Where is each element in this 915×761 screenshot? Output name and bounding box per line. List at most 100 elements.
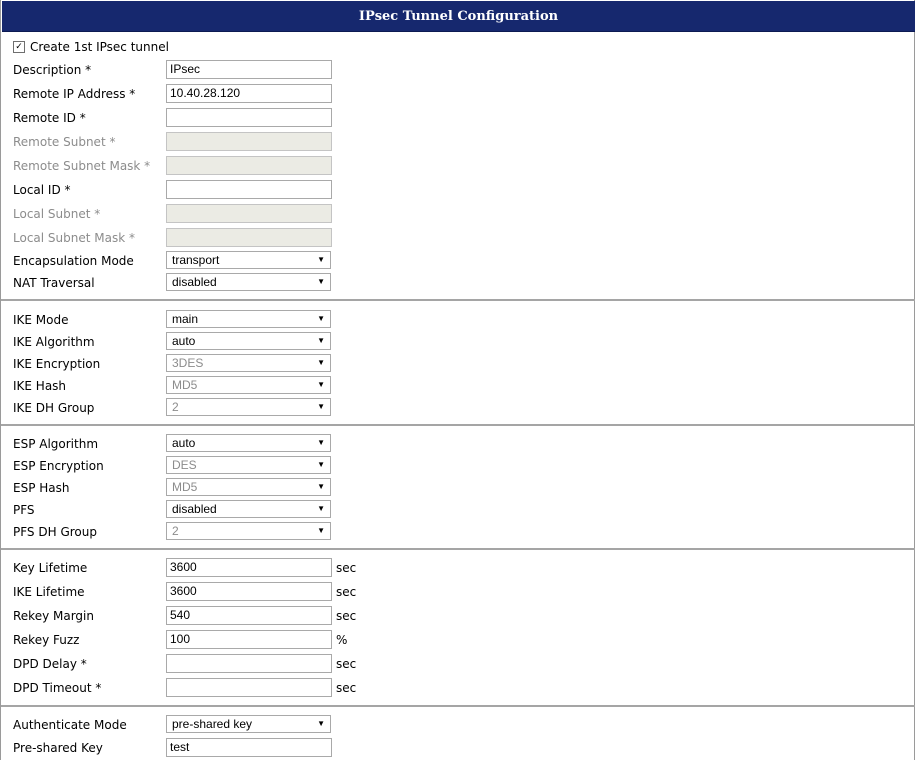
description-input[interactable]: IPsec [166,60,332,79]
ike-encryption-value: 3DES [172,356,204,370]
row-esp-encryption: ESP Encryption DES ▼ [1,455,915,479]
dropdown-arrow-icon: ▼ [317,314,325,323]
config-panel: IPsec Tunnel Configuration ✓ Create 1st … [0,0,915,760]
key-lifetime-label: Key Lifetime [13,561,88,575]
dropdown-arrow-icon: ▼ [317,402,325,411]
row-esp-hash: ESP Hash MD5 ▼ [1,477,915,501]
row-description: Description * IPsec [1,59,915,83]
section-divider [1,424,915,426]
row-pfs-dh-group: PFS DH Group 2 ▼ [1,521,915,545]
remote-id-input[interactable] [166,108,332,127]
dropdown-arrow-icon: ▼ [317,255,325,264]
esp-hash-label: ESP Hash [13,481,70,495]
dropdown-arrow-icon: ▼ [317,336,325,345]
ike-lifetime-label: IKE Lifetime [13,585,85,599]
create-tunnel-checkbox[interactable]: ✓ [13,41,25,53]
rekey-fuzz-input[interactable]: 100 [166,630,332,649]
create-tunnel-label: Create 1st IPsec tunnel [30,40,169,54]
row-local-subnet-mask: Local Subnet Mask * [1,227,915,251]
row-ike-algorithm: IKE Algorithm auto ▼ [1,331,915,355]
rekey-margin-unit: sec [336,609,357,623]
ike-algorithm-value: auto [172,334,196,348]
rekey-margin-label: Rekey Margin [13,609,94,623]
row-key-lifetime: Key Lifetime 3600 sec [1,557,915,581]
local-id-label: Local ID * [13,183,71,197]
ike-mode-select[interactable]: main ▼ [166,310,331,328]
rekey-fuzz-label: Rekey Fuzz [13,633,80,647]
section-divider [1,705,915,707]
row-remote-subnet-mask: Remote Subnet Mask * [1,155,915,179]
pfs-dh-group-value: 2 [172,524,179,538]
pre-shared-key-input[interactable]: test [166,738,332,757]
remote-id-label: Remote ID * [13,111,86,125]
nat-traversal-value: disabled [172,275,217,289]
row-dpd-timeout: DPD Timeout * sec [1,677,915,701]
local-id-input[interactable] [166,180,332,199]
row-local-id: Local ID * [1,179,915,203]
row-pre-shared-key: Pre-shared Key test [1,737,915,761]
row-remote-id: Remote ID * [1,107,915,131]
dpd-delay-label: DPD Delay * [13,657,87,671]
local-subnet-mask-label: Local Subnet Mask * [13,231,135,245]
ike-mode-label: IKE Mode [13,313,69,327]
esp-encryption-value: DES [172,458,197,472]
remote-ip-input[interactable]: 10.40.28.120 [166,84,332,103]
remote-ip-label: Remote IP Address * [13,87,136,101]
esp-encryption-select: DES ▼ [166,456,331,474]
ike-lifetime-input[interactable]: 3600 [166,582,332,601]
ike-hash-label: IKE Hash [13,379,67,393]
key-lifetime-input[interactable]: 3600 [166,558,332,577]
esp-hash-select: MD5 ▼ [166,478,331,496]
row-dpd-delay: DPD Delay * sec [1,653,915,677]
ike-lifetime-unit: sec [336,585,357,599]
row-authenticate-mode: Authenticate Mode pre-shared key ▼ [1,714,915,738]
encapsulation-mode-value: transport [172,253,220,267]
dropdown-arrow-icon: ▼ [317,358,325,367]
row-remote-subnet: Remote Subnet * [1,131,915,155]
remote-subnet-mask-label: Remote Subnet Mask * [13,159,151,173]
authenticate-mode-select[interactable]: pre-shared key ▼ [166,715,331,733]
row-local-subnet: Local Subnet * [1,203,915,227]
row-pfs: PFS disabled ▼ [1,499,915,523]
dpd-timeout-unit: sec [336,681,357,695]
row-ike-lifetime: IKE Lifetime 3600 sec [1,581,915,605]
ike-hash-value: MD5 [172,378,198,392]
ike-encryption-label: IKE Encryption [13,357,101,371]
pre-shared-key-label: Pre-shared Key [13,741,103,755]
local-subnet-label: Local Subnet * [13,207,101,221]
dpd-timeout-label: DPD Timeout * [13,681,102,695]
pfs-select[interactable]: disabled ▼ [166,500,331,518]
dropdown-arrow-icon: ▼ [317,719,325,728]
authenticate-mode-value: pre-shared key [172,717,253,731]
section-divider [1,548,915,550]
row-remote-ip: Remote IP Address * 10.40.28.120 [1,83,915,107]
row-nat-traversal: NAT Traversal disabled ▼ [1,272,915,296]
row-ike-dh-group: IKE DH Group 2 ▼ [1,397,915,421]
rekey-margin-input[interactable]: 540 [166,606,332,625]
dpd-timeout-input[interactable] [166,678,332,697]
ike-algorithm-select[interactable]: auto ▼ [166,332,331,350]
ike-mode-value: main [172,312,199,326]
encapsulation-mode-select[interactable]: transport ▼ [166,251,331,269]
nat-traversal-label: NAT Traversal [13,276,95,290]
row-rekey-fuzz: Rekey Fuzz 100 % [1,629,915,653]
pfs-label: PFS [13,503,35,517]
row-rekey-margin: Rekey Margin 540 sec [1,605,915,629]
local-subnet-mask-input [166,228,332,247]
esp-algorithm-label: ESP Algorithm [13,437,99,451]
dropdown-arrow-icon: ▼ [317,460,325,469]
dropdown-arrow-icon: ▼ [317,482,325,491]
esp-algorithm-select[interactable]: auto ▼ [166,434,331,452]
pfs-value: disabled [172,502,217,516]
key-lifetime-unit: sec [336,561,357,575]
esp-hash-value: MD5 [172,480,198,494]
ike-dh-group-label: IKE DH Group [13,401,95,415]
row-esp-algorithm: ESP Algorithm auto ▼ [1,433,915,457]
nat-traversal-select[interactable]: disabled ▼ [166,273,331,291]
dpd-delay-input[interactable] [166,654,332,673]
ike-dh-group-value: 2 [172,400,179,414]
encapsulation-mode-label: Encapsulation Mode [13,254,134,268]
row-ike-encryption: IKE Encryption 3DES ▼ [1,353,915,377]
ike-encryption-select: 3DES ▼ [166,354,331,372]
pfs-dh-group-select: 2 ▼ [166,522,331,540]
